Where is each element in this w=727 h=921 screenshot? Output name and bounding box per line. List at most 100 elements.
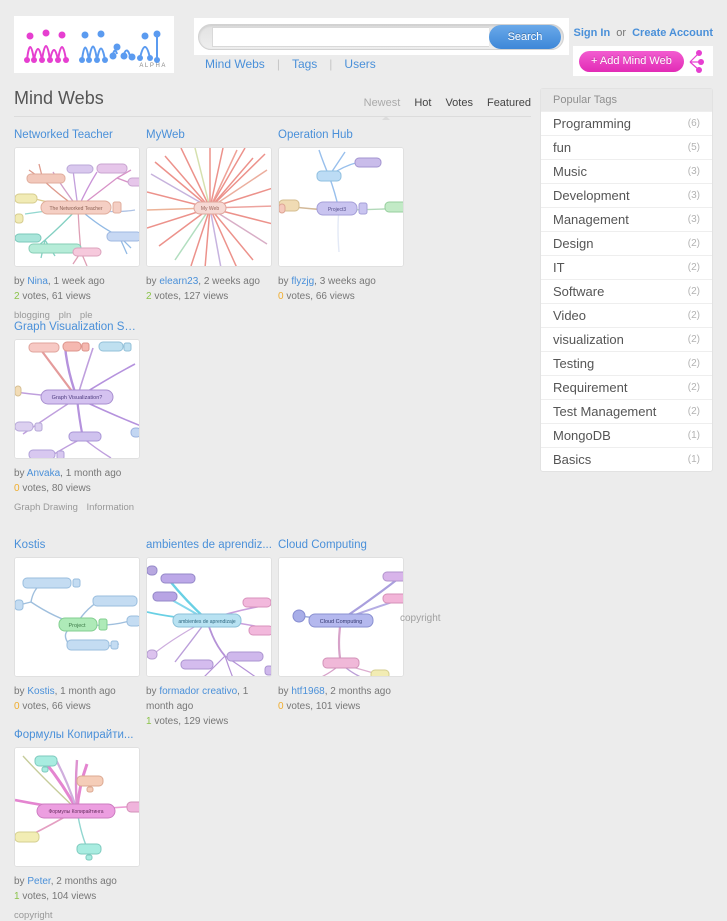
- card-title-link[interactable]: Networked Teacher: [14, 129, 140, 141]
- tag-label: visualization: [553, 332, 624, 347]
- sidebar-tag-video[interactable]: Video (2): [541, 303, 712, 327]
- card-tag[interactable]: copyright: [14, 910, 53, 921]
- sidebar-tag-design[interactable]: Design (2): [541, 231, 712, 255]
- sidebar-tag-testing[interactable]: Testing (2): [541, 351, 712, 375]
- card-author-link[interactable]: Kostis: [27, 686, 54, 697]
- tag-label: Requirement: [553, 380, 628, 395]
- card-author-link[interactable]: Nina: [27, 276, 48, 287]
- comma: ,: [324, 686, 328, 697]
- card-thumbnail[interactable]: The Networked Teacher: [14, 147, 140, 267]
- mind-map-preview: ambientes de aprendizaje: [147, 558, 271, 676]
- card-title-link[interactable]: Cloud Computing: [278, 539, 404, 551]
- card-author-link[interactable]: Peter: [27, 876, 50, 887]
- search-input[interactable]: [212, 26, 489, 47]
- page-title: Mind Webs: [14, 88, 104, 108]
- add-mind-web-button[interactable]: + Add Mind Web: [579, 50, 684, 72]
- nav-item-users[interactable]: Users: [344, 57, 375, 71]
- card-title-link[interactable]: ambientes de aprendiz...: [146, 539, 272, 551]
- card-views: 127 views: [183, 291, 229, 302]
- card-tag[interactable]: Graph Drawing: [14, 502, 78, 513]
- card-votes-label: votes,: [286, 291, 314, 302]
- tag-count: (2): [687, 358, 700, 369]
- card-meta: by formador creativo, 1 month ago 1 vote…: [146, 684, 278, 729]
- card-title-link[interactable]: Graph Visualization So...: [14, 321, 140, 333]
- svg-text:Graph Visualization?: Graph Visualization?: [52, 395, 103, 401]
- by-prefix: by: [278, 686, 289, 697]
- comma: ,: [237, 686, 240, 697]
- card-time: 2 months ago: [56, 876, 117, 887]
- svg-text:ambientes de aprendizaje: ambientes de aprendizaje: [178, 619, 235, 625]
- sidebar-tag-it[interactable]: IT (2): [541, 255, 712, 279]
- node-graph-icon: [689, 50, 704, 73]
- card-votes-count: 0: [14, 483, 20, 494]
- card-author-link[interactable]: htf1968: [291, 686, 324, 697]
- card-tag[interactable]: Information: [87, 502, 135, 513]
- mind-map-preview: Graph Visualization?: [15, 340, 139, 458]
- tag-label: Video: [553, 308, 587, 323]
- card-thumbnail[interactable]: Project: [14, 557, 140, 677]
- card-thumbnail[interactable]: My Web: [146, 147, 272, 267]
- card-votes-label: votes,: [22, 701, 50, 712]
- card-thumbnail[interactable]: Graph Visualization?: [14, 339, 140, 459]
- mind-web-card: Cloud Computing Cloud Computing by htf19…: [278, 539, 410, 729]
- card-time: 2 weeks ago: [203, 276, 260, 287]
- sidebar-tag-visualization[interactable]: visualization (2): [541, 327, 712, 351]
- mind-map-preview: My Web: [147, 148, 271, 266]
- mind-map-preview: Project3: [279, 148, 403, 266]
- card-thumbnail[interactable]: ambientes de aprendizaje: [146, 557, 272, 677]
- sidebar-tag-software[interactable]: Software (2): [541, 279, 712, 303]
- card-title-link[interactable]: Kostis: [14, 539, 140, 551]
- nav-item-tags[interactable]: Tags: [292, 57, 317, 71]
- card-tag[interactable]: ple: [80, 310, 93, 321]
- sort-tab-newest[interactable]: Newest: [364, 97, 401, 109]
- sidebar-tag-fun[interactable]: fun (5): [541, 135, 712, 159]
- sidebar-tag-requirement[interactable]: Requirement (2): [541, 375, 712, 399]
- sort-active-indicator: [381, 116, 390, 120]
- svg-text:My Web: My Web: [201, 206, 219, 212]
- card-title-link[interactable]: Operation Hub: [278, 129, 404, 141]
- card-thumbnail[interactable]: Cloud Computing: [278, 557, 404, 677]
- by-prefix: by: [146, 276, 157, 287]
- logo-alpha-badge: ALPHA: [139, 63, 167, 69]
- card-thumbnail[interactable]: Project3: [278, 147, 404, 267]
- card-author-link[interactable]: formador creativo: [159, 686, 237, 697]
- tag-count: (2): [687, 238, 700, 249]
- card-author-link[interactable]: elearn23: [159, 276, 198, 287]
- card-tag[interactable]: pln: [59, 310, 72, 321]
- tag-label: Testing: [553, 356, 595, 371]
- card-votes-count: 2: [14, 291, 20, 302]
- card-tag[interactable]: blogging: [14, 310, 50, 321]
- sidebar-tag-programming[interactable]: Programming (6): [541, 111, 712, 135]
- tag-count: (2): [687, 334, 700, 345]
- nav-item-mind-webs[interactable]: Mind Webs: [205, 57, 265, 71]
- sort-tab-hot[interactable]: Hot: [414, 97, 431, 109]
- sidebar-tag-management[interactable]: Management (3): [541, 207, 712, 231]
- sidebar-tag-test-management[interactable]: Test Management (2): [541, 399, 712, 423]
- card-author-link[interactable]: Anvaka: [27, 468, 60, 479]
- card-views: 101 views: [315, 701, 361, 712]
- sidebar-tag-music[interactable]: Music (3): [541, 159, 712, 183]
- search-button[interactable]: Search: [489, 24, 561, 49]
- card-votes-count: 0: [278, 701, 284, 712]
- sort-tab-featured[interactable]: Featured: [487, 97, 531, 109]
- sidebar-tag-basics[interactable]: Basics (1): [541, 447, 712, 471]
- tag-count: (1): [687, 430, 700, 441]
- create-account-link[interactable]: Create Account: [632, 27, 713, 39]
- site-logo[interactable]: ALPHA: [14, 16, 174, 73]
- card-title-link[interactable]: Формулы Копирайти...: [14, 729, 140, 741]
- card-title-link[interactable]: MyWeb: [146, 129, 272, 141]
- card-thumbnail[interactable]: Формулы Копирайтинга: [14, 747, 140, 867]
- tag-count: (1): [687, 454, 700, 465]
- card-stats-line: 1 votes, 129 views: [146, 714, 278, 729]
- card-author-link[interactable]: flyzjg: [291, 276, 314, 287]
- sidebar-tag-development[interactable]: Development (3): [541, 183, 712, 207]
- sidebar-tag-mongodb[interactable]: MongoDB (1): [541, 423, 712, 447]
- sort-tabs: Newest Hot Votes Featured: [364, 97, 531, 120]
- card-tag-list: copyright: [14, 910, 146, 921]
- svg-text:Project: Project: [68, 623, 86, 629]
- sign-in-link[interactable]: Sign In: [574, 27, 611, 39]
- sort-tab-votes[interactable]: Votes: [445, 97, 473, 109]
- svg-text:Формулы Копирайтинга: Формулы Копирайтинга: [48, 808, 103, 815]
- card-time: 1 month ago: [65, 468, 122, 479]
- mind-web-grid-row-2: Kostis Project by Kostis, 1 month ago 0 …: [14, 527, 531, 921]
